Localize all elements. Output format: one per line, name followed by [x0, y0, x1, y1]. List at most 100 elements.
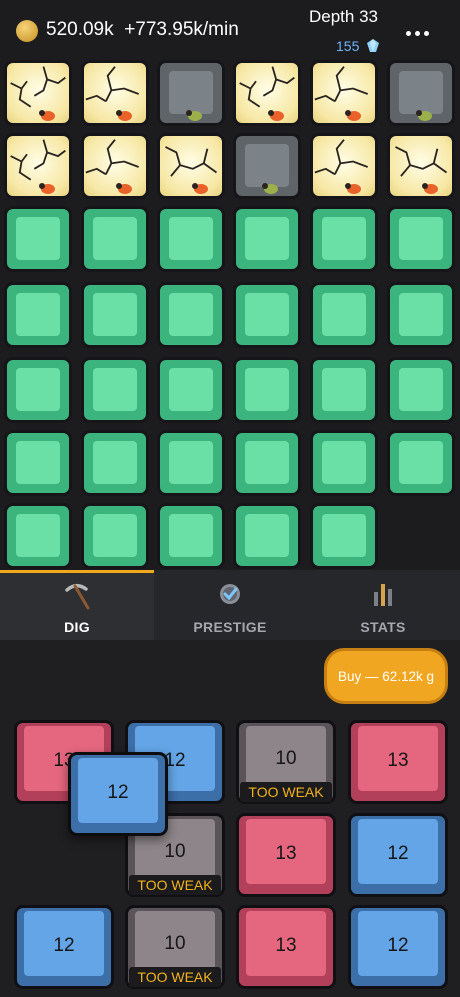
pickaxe-icon [65, 584, 90, 610]
block-body [4, 503, 72, 569]
grid-block-emerald[interactable] [81, 503, 149, 569]
block-face [93, 514, 137, 557]
grid-block-stone-gray[interactable] [387, 60, 455, 126]
gem-icon [367, 39, 379, 52]
grid-block-emerald[interactable] [233, 282, 301, 348]
block-face [169, 293, 213, 336]
grid-block-emerald[interactable] [310, 503, 378, 569]
block-body [310, 282, 378, 348]
grid-block-sand-cracked[interactable] [81, 60, 149, 126]
grid-block-emerald[interactable] [4, 430, 72, 496]
block-body [233, 206, 301, 272]
block-face [399, 293, 443, 336]
block-face [93, 217, 137, 260]
grid-block-emerald[interactable] [387, 357, 455, 423]
coin-icon [16, 20, 38, 42]
tab-prestige[interactable]: PRESTIGE [154, 570, 306, 640]
block-face [16, 514, 60, 557]
miner-card[interactable]: 10 TOO WEAK [125, 905, 225, 989]
too-weak-badge: TOO WEAK [240, 782, 332, 802]
block-body [233, 357, 301, 423]
block-face [245, 441, 289, 484]
grid-block-emerald[interactable] [233, 503, 301, 569]
grid-block-emerald[interactable] [157, 430, 225, 496]
dragged-miner-card[interactable]: 12 [68, 752, 168, 836]
gem-count: 155 [336, 38, 360, 54]
tab-dig[interactable]: DIG [0, 570, 154, 640]
miner-card[interactable]: 12 [348, 813, 448, 897]
grid-block-emerald[interactable] [157, 503, 225, 569]
fox-miner-icon [268, 110, 284, 121]
grid-block-sand-cracked[interactable] [310, 133, 378, 199]
grid-block-emerald[interactable] [387, 430, 455, 496]
grid-block-emerald[interactable] [81, 357, 149, 423]
grid-block-emerald[interactable] [81, 206, 149, 272]
stats-bars-icon [374, 584, 392, 606]
grid-block-sand-cracked[interactable] [157, 133, 225, 199]
grid-block-emerald[interactable] [310, 206, 378, 272]
block-body [310, 503, 378, 569]
grid-block-emerald[interactable] [387, 206, 455, 272]
miner-card[interactable]: 13 [236, 813, 336, 897]
grid-block-emerald[interactable] [310, 357, 378, 423]
block-face [322, 293, 366, 336]
miner-level: 12 [53, 935, 75, 956]
miner-level: 10 [275, 748, 297, 769]
grid-block-emerald[interactable] [81, 430, 149, 496]
grid-block-emerald[interactable] [157, 206, 225, 272]
fox-miner-icon [192, 183, 208, 194]
block-face [169, 441, 213, 484]
grid-block-emerald[interactable] [4, 357, 72, 423]
block-body [310, 430, 378, 496]
grid-block-emerald[interactable] [310, 430, 378, 496]
block-body [387, 357, 455, 423]
grid-block-stone-gray[interactable] [233, 133, 301, 199]
grid-block-emerald[interactable] [233, 357, 301, 423]
grid-block-emerald[interactable] [4, 206, 72, 272]
grid-block-sand-cracked[interactable] [387, 133, 455, 199]
fox-miner-icon [116, 183, 132, 194]
miner-card[interactable]: 12 [14, 905, 114, 989]
gold-rate: +773.95k/min [124, 19, 239, 40]
block-body [233, 430, 301, 496]
grid-block-emerald[interactable] [233, 430, 301, 496]
miner-card[interactable]: 13 [348, 720, 448, 804]
grid-block-emerald[interactable] [387, 282, 455, 348]
grid-block-emerald[interactable] [157, 282, 225, 348]
grid-block-emerald[interactable] [4, 282, 72, 348]
tab-stats[interactable]: STATS [306, 570, 460, 640]
miner-level: 13 [275, 935, 297, 956]
miner-level: 12 [387, 843, 409, 864]
tab-prestige-label: PRESTIGE [193, 619, 267, 635]
block-face [16, 217, 60, 260]
grid-block-sand-cracked[interactable] [310, 60, 378, 126]
grid-block-sand-cracked[interactable] [4, 60, 72, 126]
grid-block-emerald[interactable] [310, 282, 378, 348]
block-body [4, 357, 72, 423]
block-face [322, 217, 366, 260]
grid-block-stone-gray[interactable] [157, 60, 225, 126]
prestige-badge-icon [220, 584, 240, 604]
grid-block-sand-cracked[interactable] [4, 133, 72, 199]
grid-block-emerald[interactable] [157, 357, 225, 423]
gold-amount: 520.09k [46, 19, 114, 40]
fox-miner-icon [345, 183, 361, 194]
block-body [81, 206, 149, 272]
grid-block-emerald[interactable] [233, 206, 301, 272]
grid-block-sand-cracked[interactable] [81, 133, 149, 199]
grid-block-emerald[interactable] [81, 282, 149, 348]
block-body [387, 430, 455, 496]
block-body [387, 206, 455, 272]
miner-card[interactable]: 12 [348, 905, 448, 989]
more-menu-icon[interactable] [406, 28, 430, 38]
block-body [310, 206, 378, 272]
miner-card[interactable]: 13 [236, 905, 336, 989]
depth-label: Depth 33 [309, 7, 378, 26]
buy-miner-button[interactable]: Buy — 62.12k g [324, 648, 448, 704]
grid-block-sand-cracked[interactable] [233, 60, 301, 126]
grid-block-emerald[interactable] [4, 503, 72, 569]
too-weak-badge: TOO WEAK [129, 967, 221, 987]
miner-card[interactable]: 10 TOO WEAK [236, 720, 336, 804]
block-face [322, 441, 366, 484]
block-body [81, 282, 149, 348]
